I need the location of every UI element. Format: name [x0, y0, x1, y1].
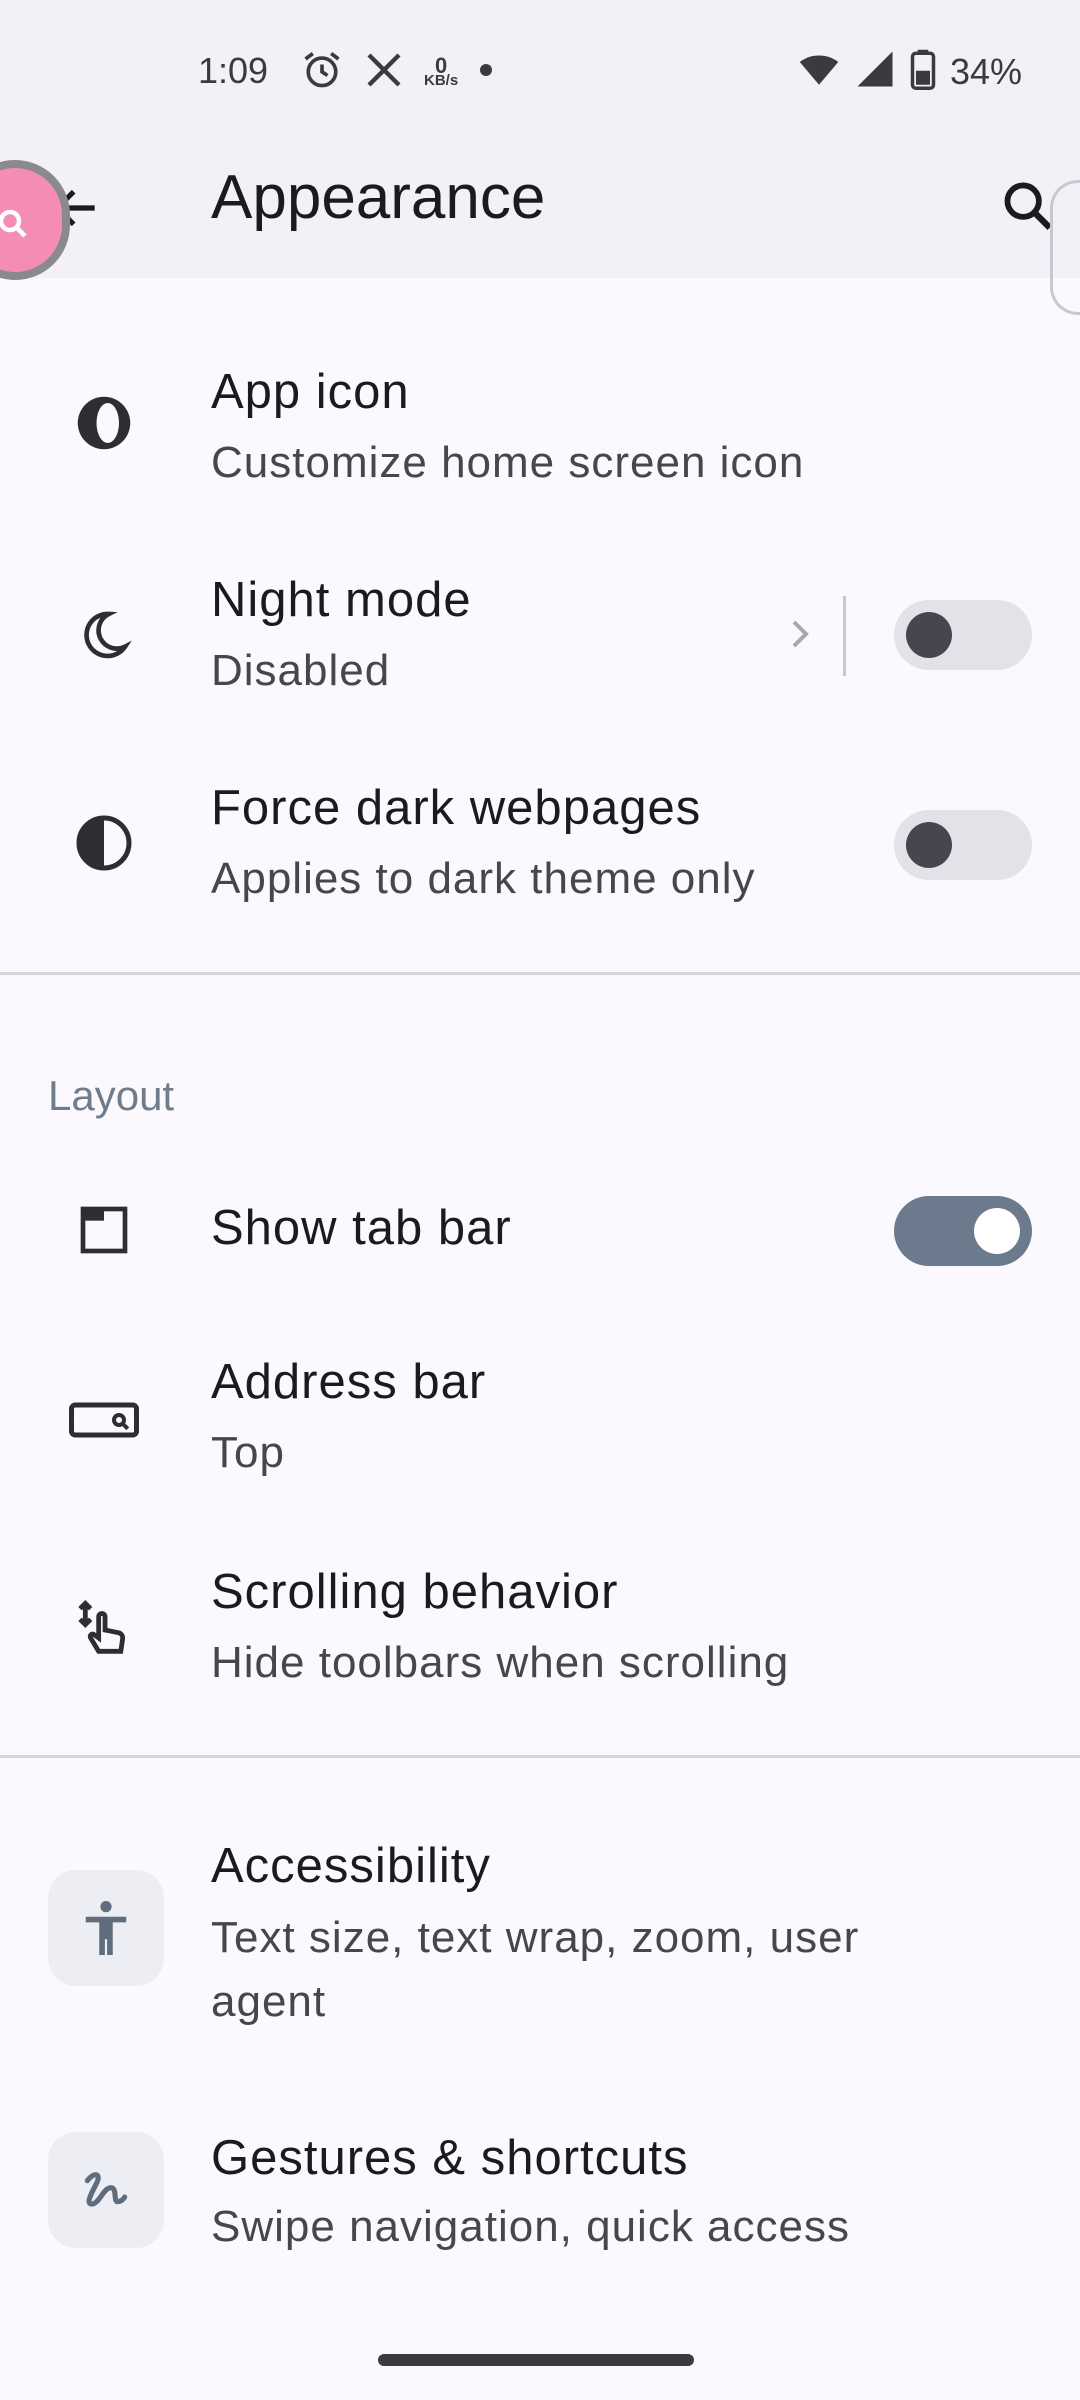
chevron-right-icon: [788, 616, 812, 657]
address-bar-row[interactable]: Address bar Top: [0, 1330, 1080, 1500]
scrolling-behavior-row[interactable]: Scrolling behavior Hide toolbars when sc…: [0, 1540, 1080, 1710]
network-speed: 0 KB/s: [424, 52, 459, 89]
search-icon: [1004, 182, 1052, 230]
force-dark-switch[interactable]: [894, 810, 1032, 880]
show-tab-bar-row[interactable]: Show tab bar: [0, 1180, 1080, 1280]
accessibility-title: Accessibility: [211, 1839, 491, 1893]
night-mode-switch[interactable]: [894, 600, 1032, 670]
contrast-icon: [64, 803, 144, 883]
switch-knob: [906, 612, 952, 658]
force-dark-title: Force dark webpages: [211, 781, 702, 835]
gestures-icon-tile: [48, 2132, 164, 2248]
swipe-gesture-icon: [64, 1590, 144, 1670]
app-icon-icon: [64, 383, 144, 463]
switch-knob: [906, 822, 952, 868]
address-bar-title: Address bar: [211, 1355, 487, 1409]
divider-vertical: [843, 596, 846, 676]
x-app-icon: [364, 50, 404, 95]
network-speed-unit: KB/s: [424, 71, 459, 89]
app-bar: Appearance: [0, 148, 1080, 278]
app-icon-subtitle: Customize home screen icon: [211, 438, 805, 487]
force-dark-subtitle: Applies to dark theme only: [211, 854, 756, 903]
moon-icon: [64, 595, 144, 675]
alarm-icon: [300, 48, 344, 97]
accessibility-row[interactable]: Accessibility Text size, text wrap, zoom…: [0, 1820, 1080, 2040]
notification-dot-icon: [478, 62, 494, 83]
status-time: 1:09: [198, 50, 269, 91]
network-speed-value: 0: [434, 52, 448, 78]
accessibility-icon: [85, 1901, 127, 1955]
night-mode-subtitle: Disabled: [211, 646, 391, 695]
switch-knob: [974, 1208, 1020, 1254]
status-bar: 1:09 0 KB/s 34%: [0, 0, 1080, 148]
section-divider: [0, 972, 1080, 975]
night-mode-row[interactable]: Night mode Disabled: [0, 550, 1080, 720]
show-tab-bar-switch[interactable]: [894, 1196, 1032, 1266]
tab-icon: [64, 1190, 144, 1270]
gestures-shortcuts-subtitle: Swipe navigation, quick access: [211, 2202, 850, 2251]
address-bar-icon: [64, 1380, 144, 1460]
section-header-layout: Layout: [48, 1072, 175, 1119]
edge-panel-handle[interactable]: [1050, 180, 1080, 315]
battery-percentage: 34%: [949, 50, 1022, 92]
wifi-icon: [798, 48, 840, 95]
status-icons-left: 0 KB/s: [300, 48, 494, 97]
page-title: Appearance: [211, 163, 546, 232]
status-icons-right: 34%: [798, 48, 1022, 95]
section-divider: [0, 1755, 1080, 1758]
scrolling-behavior-subtitle: Hide toolbars when scrolling: [211, 1638, 790, 1687]
force-dark-row[interactable]: Force dark webpages Applies to dark them…: [0, 760, 1080, 930]
gestures-shortcuts-row[interactable]: Gestures & shortcuts Swipe navigation, q…: [0, 2110, 1080, 2290]
accessibility-subtitle: Text size, text wrap, zoom, user agent: [211, 1913, 860, 2026]
battery-icon: [910, 48, 936, 95]
accessibility-icon-tile: [48, 1870, 164, 1986]
navigation-handle[interactable]: [378, 2354, 694, 2366]
signal-icon: [854, 48, 896, 95]
gesture-icon: [84, 2172, 128, 2207]
app-icon-row[interactable]: App icon Customize home screen icon: [0, 340, 1080, 510]
show-tab-bar-title: Show tab bar: [211, 1201, 512, 1255]
search-icon: [0, 209, 27, 238]
scrolling-behavior-title: Scrolling behavior: [211, 1565, 619, 1619]
gestures-shortcuts-title: Gestures & shortcuts: [211, 2131, 689, 2185]
app-icon-title: App icon: [211, 365, 410, 419]
night-mode-title: Night mode: [211, 573, 472, 627]
address-bar-subtitle: Top: [211, 1428, 285, 1477]
